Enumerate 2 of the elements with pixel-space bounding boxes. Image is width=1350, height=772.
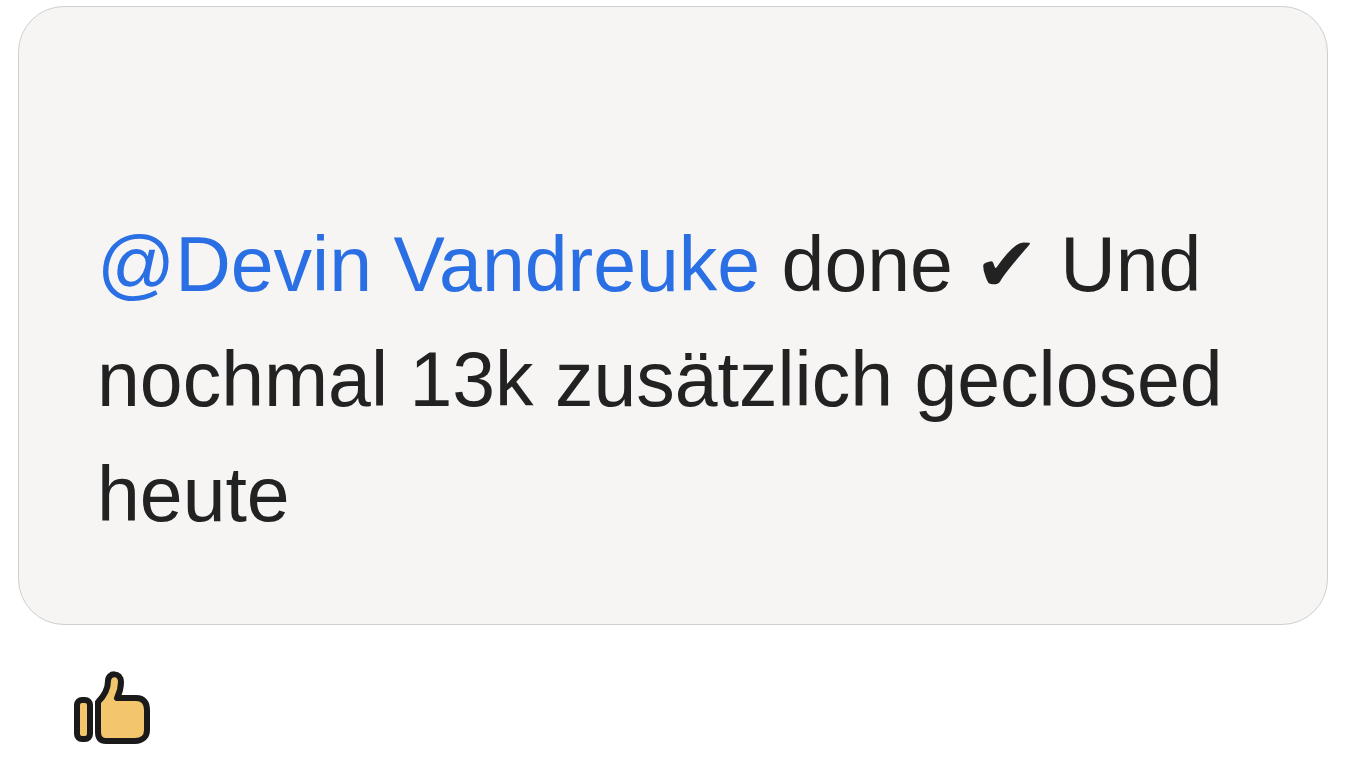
mention-link[interactable]: @Devin Vandreuke bbox=[97, 221, 761, 307]
message-text: @Devin Vandreuke done ✔ Und nochmal 13k zusätzlich geclosed heute bbox=[97, 220, 1224, 539]
